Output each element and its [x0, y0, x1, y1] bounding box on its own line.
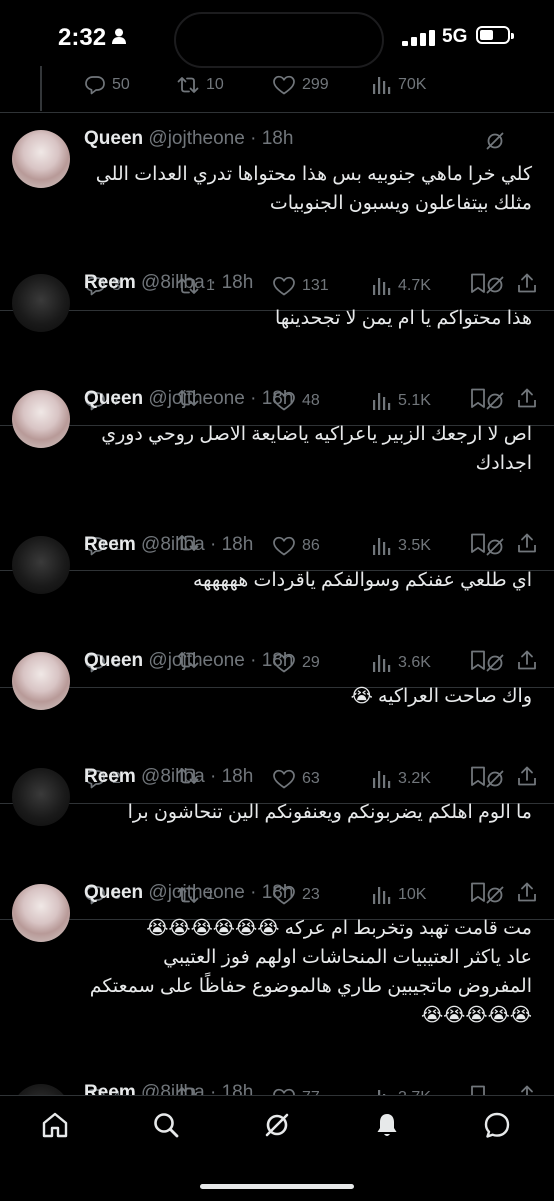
avatar[interactable]: [12, 768, 70, 826]
handle[interactable]: @jojtheone: [148, 128, 244, 149]
tweet-text: هذا محتواكم يا ام يمن لا تجحدينها: [82, 304, 532, 333]
display-name[interactable]: Reem: [84, 534, 136, 555]
tweet-header: Reem @8illba · 18h: [84, 272, 254, 293]
heart-icon: [272, 74, 296, 96]
dynamic-island: [174, 12, 384, 68]
handle[interactable]: @jojtheone: [148, 650, 244, 671]
reposts-count: 10: [206, 76, 224, 93]
grok-icon[interactable]: [484, 768, 506, 795]
timestamp: 18h: [261, 388, 294, 409]
tweet-text-line: مثلك بيتفاعلون ويسبون الجنوبيات: [269, 193, 532, 214]
like-button[interactable]: 299: [272, 71, 329, 99]
messages-icon[interactable]: [482, 1110, 512, 1140]
tweet-text-line: عاد ياكثر العتيبيات المنحاشات اولهم فوز …: [163, 947, 532, 968]
timestamp: 18h: [261, 882, 294, 903]
tweet-text-line: اجدادك: [475, 453, 532, 474]
tweet-header: Queen @jojtheone · 18h: [84, 650, 294, 671]
tweet-text-line: ما الوم اهلكم يضربونكم ويعنفونكم الين تن…: [127, 802, 532, 823]
grok-icon[interactable]: [484, 536, 506, 563]
tweet-text-line: اي طلعي عفنكم وسوالفكم ياقردات هههههه: [192, 570, 532, 591]
tweet-text-line: كلي خرا ماهي جنوبيه بس هذا محتواها تدري …: [95, 164, 532, 185]
tweet-header: Queen @jojtheone · 18h: [84, 128, 294, 149]
home-icon[interactable]: [40, 1110, 70, 1140]
display-name[interactable]: Queen: [84, 128, 143, 149]
display-name[interactable]: Queen: [84, 388, 143, 409]
grok-icon[interactable]: [484, 652, 506, 679]
display-name[interactable]: Reem: [84, 272, 136, 293]
repost-icon: [176, 74, 200, 96]
timestamp: 18h: [261, 128, 294, 149]
avatar[interactable]: [12, 536, 70, 594]
display-name[interactable]: Reem: [84, 766, 136, 787]
grok-icon[interactable]: [484, 130, 506, 157]
handle[interactable]: @8illba: [141, 272, 205, 293]
handle[interactable]: @jojtheone: [148, 388, 244, 409]
person-icon: [112, 28, 126, 44]
tweet-text: كلي خرا ماهي جنوبيه بس هذا محتواها تدري …: [82, 160, 532, 218]
timestamp: 18h: [221, 272, 254, 293]
signal-icon: [402, 30, 435, 46]
avatar[interactable]: [12, 884, 70, 942]
timestamp: 18h: [221, 766, 254, 787]
tweet-text: ما الوم اهلكم يضربونكم ويعنفونكم الين تن…: [82, 798, 532, 827]
repost-button[interactable]: 10: [176, 71, 224, 99]
likes-count: 299: [302, 76, 329, 93]
tweet-text: واك صاحت العراكيه 😭: [82, 682, 532, 711]
handle[interactable]: @jojtheone: [148, 882, 244, 903]
display-name[interactable]: Queen: [84, 882, 143, 903]
tweet-header: Queen @jojtheone · 18h: [84, 882, 294, 903]
tweet-header: Reem @8illba · 18h: [84, 766, 254, 787]
grok-icon[interactable]: [484, 884, 506, 911]
bottom-navigation: [0, 1095, 554, 1201]
tweet-text-line: اص لا ارجعك الزبير ياعراكيه ياضايعة الاص…: [101, 424, 532, 445]
handle[interactable]: @8illba: [141, 534, 205, 555]
views-icon: [372, 74, 392, 96]
tweet-text: اص لا ارجعك الزبير ياعراكيه ياضايعة الاص…: [82, 420, 532, 478]
views-button[interactable]: 70K: [372, 71, 426, 99]
network-type: 5G: [442, 26, 468, 47]
tweet-text: مت قامت تهبد وتخربط ام عركه 😭😭😭😭😭😭 عاد يا…: [82, 914, 532, 1030]
notifications-icon[interactable]: [372, 1110, 402, 1140]
battery-icon: [476, 26, 514, 44]
tweet-text-line: 😭😭😭😭😭: [420, 1005, 532, 1026]
home-indicator: [200, 1184, 354, 1189]
tweet-text-line: هذا محتواكم يا ام يمن لا تجحدينها: [275, 308, 532, 329]
tweet-header: Reem @8illba · 18h: [84, 534, 254, 555]
thread-line: [40, 66, 42, 111]
tweet-header: Queen @jojtheone · 18h: [84, 388, 294, 409]
tweet-text: اي طلعي عفنكم وسوالفكم ياقردات هههههه: [82, 566, 532, 595]
reply-icon: [84, 74, 106, 96]
views-count: 70K: [398, 76, 427, 93]
grok-icon[interactable]: [484, 390, 506, 417]
grok-icon[interactable]: [262, 1110, 292, 1140]
tweet-text-line: واك صاحت العراكيه 😭: [350, 686, 532, 707]
avatar[interactable]: [12, 390, 70, 448]
avatar[interactable]: [12, 130, 70, 188]
search-icon[interactable]: [151, 1110, 181, 1140]
display-name[interactable]: Queen: [84, 650, 143, 671]
tweet-text-line: مت قامت تهبد وتخربط ام عركه 😭😭😭😭😭😭: [146, 918, 532, 939]
avatar[interactable]: [12, 274, 70, 332]
handle[interactable]: @8illba: [141, 766, 205, 787]
status-bar: 2:32 5G: [0, 0, 554, 76]
avatar[interactable]: [12, 652, 70, 710]
tweet-text-line: المفروض ماتجيبين طاري هالموضوع حفاظًا عل…: [89, 976, 532, 997]
parent-tweet-actions: 50 10 299 70K: [84, 71, 544, 101]
divider: [0, 112, 554, 113]
reply-button[interactable]: 50: [84, 71, 130, 99]
timestamp: 18h: [261, 650, 294, 671]
status-time: 2:32: [58, 24, 107, 51]
timestamp: 18h: [221, 534, 254, 555]
grok-icon[interactable]: [484, 274, 506, 301]
replies-count: 50: [112, 76, 130, 93]
